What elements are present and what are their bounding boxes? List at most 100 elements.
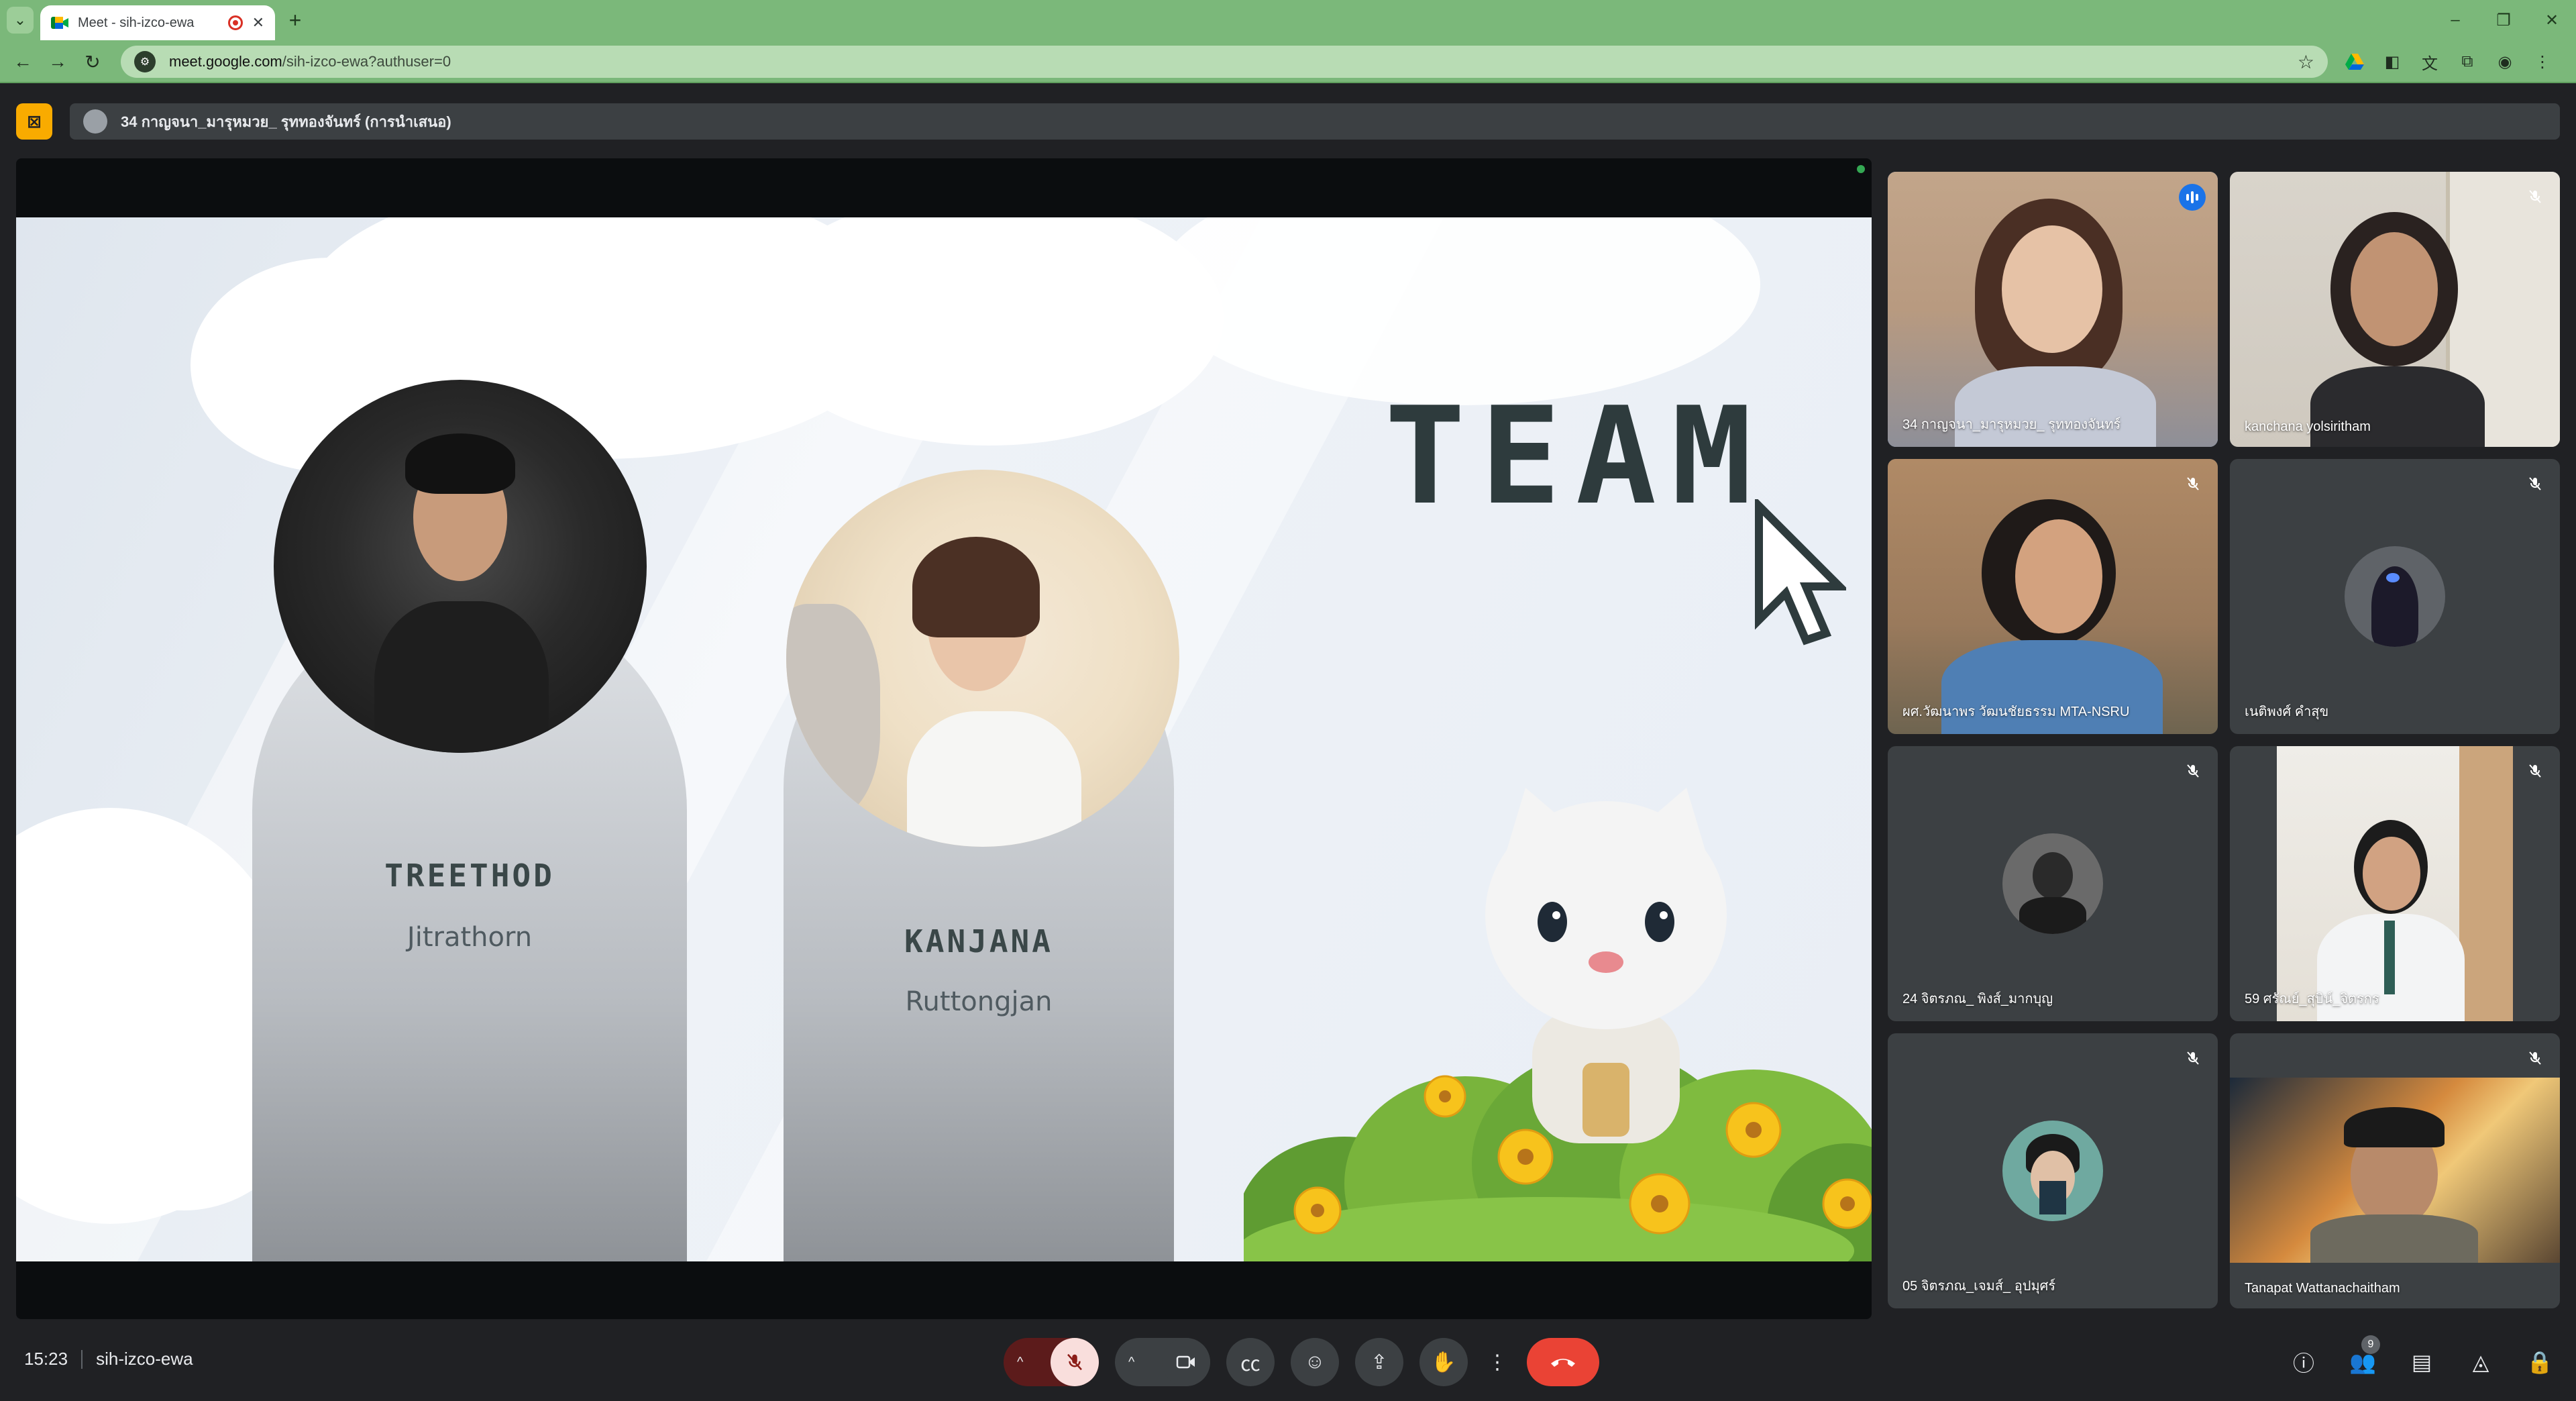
plus-icon: + [288,7,302,32]
bookmark-star-icon[interactable]: ☆ [2298,51,2314,73]
member-2-first-name: KANJANA [904,923,1053,959]
pixel-cursor-icon [1755,499,1846,645]
google-meet-icon [51,15,68,30]
window-close-button[interactable]: ✕ [2528,0,2576,40]
camera-toggle-button[interactable]: ^ [1115,1338,1210,1386]
mic-off-icon [2525,761,2545,781]
participant-name: ผศ.วัฒนาพร วัฒนชัยธรรม MTA-NSRU [1902,705,2130,719]
address-bar[interactable]: ⚙ meet.google.com/sih-izco-ewa?authuser=… [121,46,2328,78]
url-host: meet.google.com [169,53,282,70]
new-tab-button[interactable]: + [282,7,309,34]
participant-tile-6[interactable]: 59 ศรัณย์_สุบิน์_จิตรกร [2230,746,2560,1021]
url-path: /sih-izco-ewa?authuser=0 [282,53,451,70]
participant-tile-2[interactable]: kanchana yolsiritham [2230,172,2560,447]
participant-name: 34 กาญจนา_มารุหมวย_ รุททองจันทร์ [1902,417,2121,432]
participant-tile-4[interactable]: เนติพงศ์ คำสุข [2230,459,2560,734]
presenter-label: 34 กาญจนา_มารุหมวย_ รุททองจันทร์ (การนำเ… [121,113,451,130]
extensions-puzzle-icon[interactable]: ⧉ [2454,48,2481,75]
closed-caption-icon: ㏄ [1240,1353,1260,1376]
participant-name: 59 ศรัณย์_สุบิน์_จิตรกร [2245,992,2379,1006]
participant-tile-3[interactable]: ผศ.วัฒนาพร วัฒนชัยธรรม MTA-NSRU [1888,459,2218,734]
mascot-character-illustration [1485,788,1727,1143]
profile-avatar-icon[interactable]: ◉ [2491,48,2518,75]
people-count-badge: 9 [2361,1335,2380,1354]
participant-name: Tanapat Wattanachaitham [2245,1281,2400,1296]
speaking-indicator-icon [2179,184,2206,211]
stop-presenting-button[interactable]: ⊠ [16,103,52,140]
emoji-icon: ☺ [1304,1351,1326,1373]
member-1-last-name: Jitrathorn [407,922,533,953]
restore-button[interactable]: ❐ [2479,0,2528,40]
meeting-details: 15:23 sih-izco-ewa [24,1349,193,1369]
drive-icon[interactable] [2341,48,2368,75]
browser-tab-meet[interactable]: Meet - sih-izco-ewa ✕ [40,5,275,40]
captions-button[interactable]: ㏄ [1226,1338,1275,1386]
recording-icon [227,15,243,30]
presenter-avatar [83,109,107,134]
center-controls: ^ ^ ㏄ ☺ ⇪ ✋ ⋮ [1004,1338,1599,1386]
browser-tabstrip: ⌄ Meet - sih-izco-ewa ✕ + – ❐ ✕ [0,0,2576,40]
mic-off-icon[interactable] [1051,1338,1099,1386]
participant-avatar [2002,1121,2103,1221]
activities-shapes-icon: ◬ [2472,1350,2489,1374]
presentation-stage: TREETHOD Jitrathorn KANJANA Ruttongjan T… [16,158,1872,1319]
raise-hand-button[interactable]: ✋ [1419,1338,1468,1386]
site-info-icon[interactable]: ⚙ [134,51,156,72]
participant-name: kanchana yolsiritham [2245,419,2371,434]
chevron-down-icon: ⌄ [13,11,27,28]
back-button[interactable]: ← [9,48,36,75]
host-controls-button[interactable]: 🔒 [2520,1342,2560,1382]
leave-call-button[interactable] [1527,1338,1599,1386]
member-2-last-name: Ruttongjan [905,986,1053,1017]
current-time: 15:23 [24,1349,68,1369]
more-vert-icon: ⋮ [1487,1351,1507,1373]
participant-tile-5[interactable]: 24 จิตรภณ_ พิงส์_มากบุญ [1888,746,2218,1021]
more-vert-icon[interactable]: ⋮ [2529,48,2556,75]
participant-tile-7[interactable]: 05 จิตรภณ_เจมส์_ อุปมุศร์ [1888,1033,2218,1308]
present-off-icon: ⊠ [27,111,42,132]
reload-button[interactable]: ↻ [79,48,106,75]
reload-icon: ↻ [85,51,101,72]
chevron-up-icon[interactable]: ^ [1017,1355,1023,1370]
presenter-chip[interactable]: 34 กาญจนา_มารุหมวย_ รุททองจันทร์ (การนำเ… [70,103,2560,140]
more-options-button[interactable]: ⋮ [1484,1338,1511,1386]
mic-toggle-button[interactable]: ^ [1004,1338,1099,1386]
translate-icon[interactable]: 文 [2416,48,2443,75]
meeting-info-button[interactable]: ⓘ [2284,1342,2324,1382]
forward-button[interactable]: → [44,48,71,75]
mic-off-icon [2183,474,2203,494]
tab-title: Meet - sih-izco-ewa [78,15,195,30]
mic-off-icon [2525,1048,2545,1068]
mic-off-icon [2183,1048,2203,1068]
mic-off-icon [2525,474,2545,494]
people-button[interactable]: 👥 9 [2343,1335,2383,1382]
hand-icon: ✋ [1431,1351,1456,1373]
minimize-button[interactable]: – [2431,0,2479,40]
lock-person-icon: 🔒 [2526,1350,2553,1374]
participant-name: 05 จิตรภณ_เจมส์_ อุปมุศร์ [1902,1279,2056,1294]
shared-slide: TREETHOD Jitrathorn KANJANA Ruttongjan T… [16,217,1872,1261]
member-photo-2 [786,470,1179,847]
browser-toolbar: ← → ↻ ⚙ meet.google.com/sih-izco-ewa?aut… [0,40,2576,83]
meeting-controls-bar: 15:23 sih-izco-ewa ^ ^ ㏄ ☺ ⇪ ✋ ⋮ ⓘ 👥 9 ▤… [0,1319,2576,1401]
close-icon[interactable]: ✕ [252,14,264,32]
activities-button[interactable]: ◬ [2461,1342,2501,1382]
member-photo-1 [274,380,647,753]
participant-avatar [2345,546,2445,647]
reactions-button[interactable]: ☺ [1291,1338,1339,1386]
participant-tile-8[interactable]: Tanapat Wattanachaitham [2230,1033,2560,1308]
member-1-first-name: TREETHOD [384,858,555,894]
window-controls: – ❐ ✕ [2431,0,2576,40]
tab-search-button[interactable]: ⌄ [7,7,34,34]
url-text[interactable]: meet.google.com/sih-izco-ewa?authuser=0 [169,53,451,70]
info-icon: ⓘ [2292,1351,2314,1376]
chat-button[interactable]: ▤ [2402,1342,2442,1382]
present-now-button[interactable]: ⇪ [1355,1338,1403,1386]
right-controls: ⓘ 👥 9 ▤ ◬ 🔒 [2284,1335,2560,1386]
photos-icon[interactable]: ◧ [2379,48,2406,75]
participant-tile-1[interactable]: 34 กาญจนา_มารุหมวย_ รุททองจันทร์ [1888,172,2218,447]
videocam-icon[interactable] [1162,1338,1210,1386]
chevron-up-icon[interactable]: ^ [1128,1355,1134,1370]
mic-off-icon [2525,187,2545,207]
live-indicator [1857,165,1865,173]
